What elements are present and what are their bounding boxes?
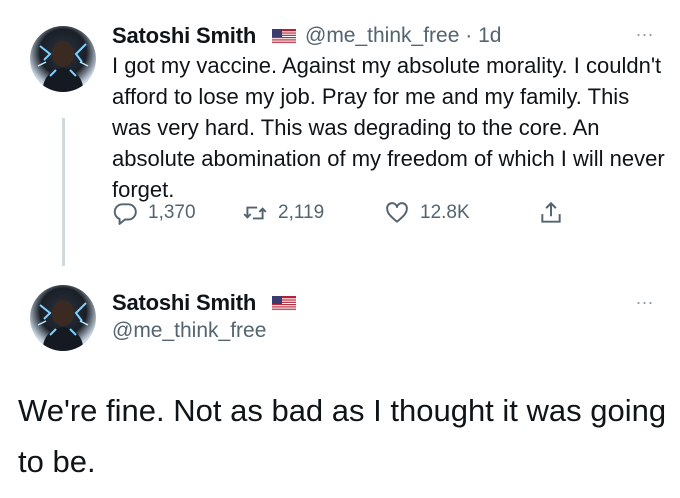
more-icon[interactable]: ... <box>636 288 654 309</box>
share-button[interactable] <box>538 200 564 226</box>
avatar[interactable] <box>30 26 96 92</box>
thread-line <box>62 118 65 266</box>
us-flag-icon <box>272 29 296 44</box>
handle[interactable]: @me_think_free <box>305 24 459 47</box>
handle-and-time[interactable]: @me_think_free · 1d <box>305 24 501 48</box>
like-button[interactable]: 12.8K <box>384 200 470 226</box>
more-icon[interactable]: ... <box>636 20 654 41</box>
display-name[interactable]: Satoshi Smith <box>112 290 256 316</box>
handle[interactable]: @me_think_free <box>112 319 266 343</box>
reply-icon <box>113 203 137 225</box>
tweet-text: We're fine. Not as bad as I thought it w… <box>18 393 667 479</box>
reply-button[interactable]: 1,370 <box>112 200 196 226</box>
timestamp[interactable]: 1d <box>478 24 501 47</box>
retweet-icon <box>243 206 267 220</box>
like-count: 12.8K <box>420 202 470 223</box>
avatar[interactable] <box>30 285 96 351</box>
retweet-button[interactable]: 2,119 <box>242 200 324 226</box>
display-name[interactable]: Satoshi Smith <box>112 23 256 49</box>
us-flag-icon <box>272 296 296 311</box>
heart-icon <box>386 202 408 223</box>
separator: · <box>465 24 473 47</box>
reply-count: 1,370 <box>148 202 196 223</box>
retweet-count: 2,119 <box>278 202 325 223</box>
tweet-text: I got my vaccine. Against my absolute mo… <box>112 53 665 202</box>
share-icon <box>541 201 561 223</box>
